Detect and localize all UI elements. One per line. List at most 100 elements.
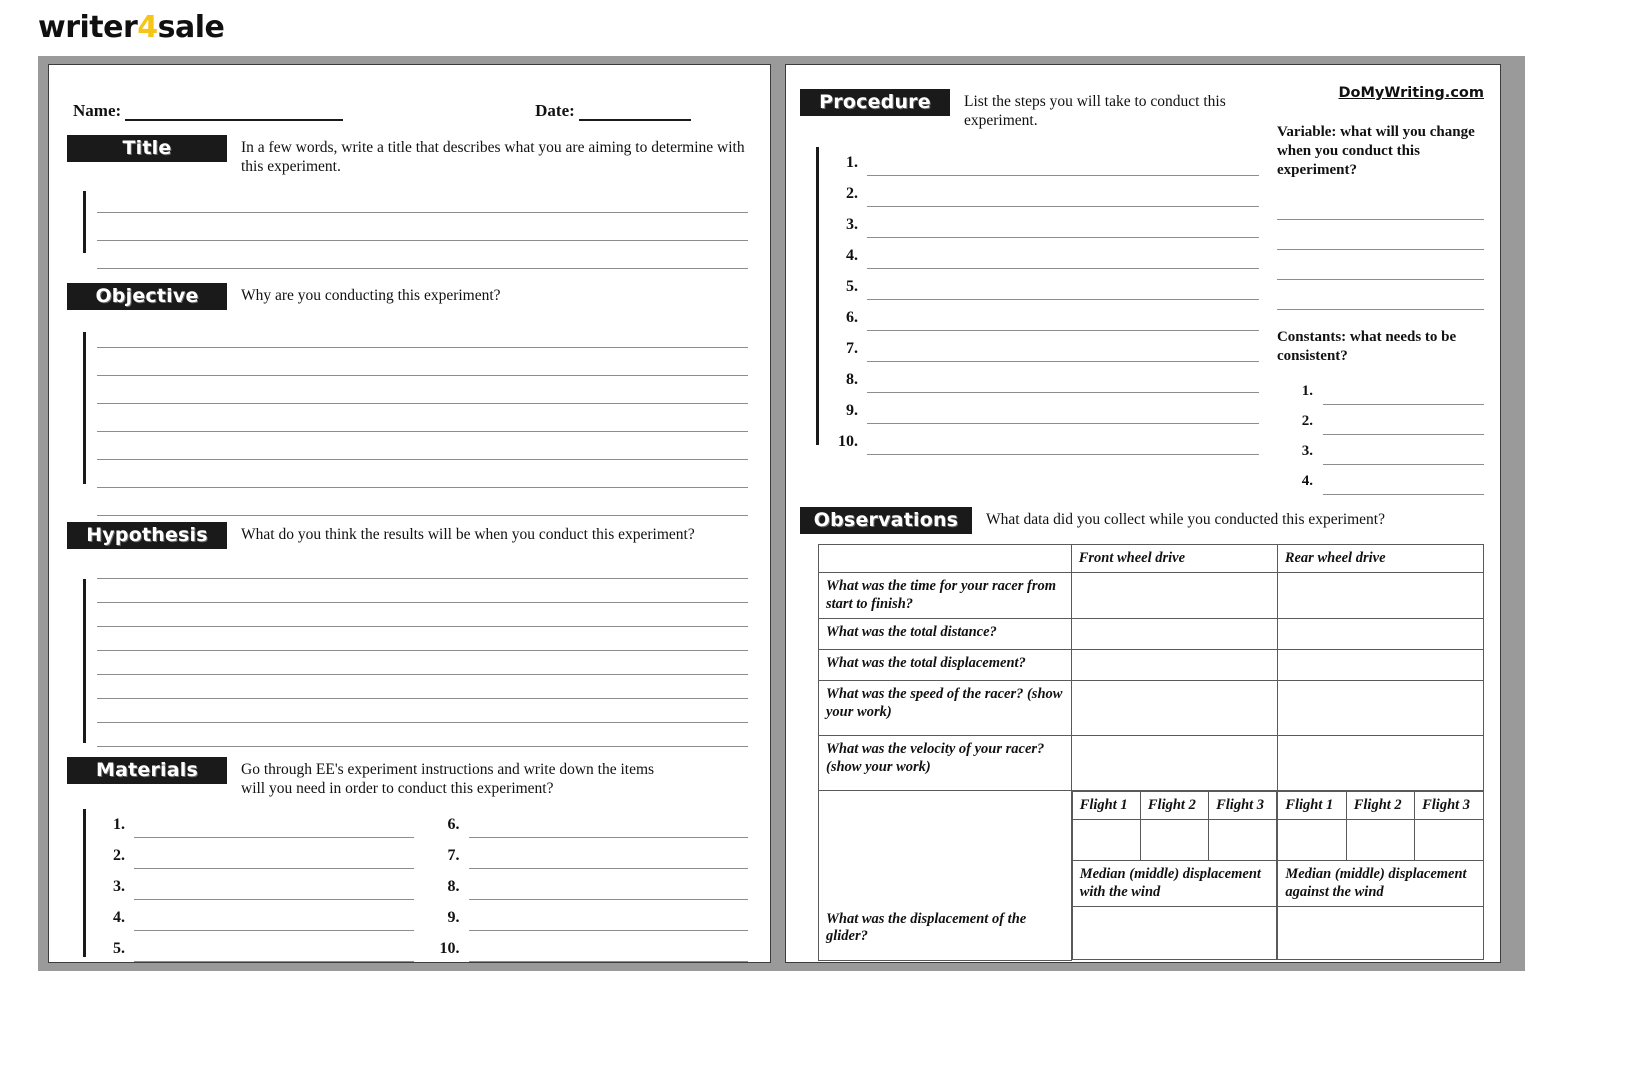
list-item[interactable]: 8. [432,869,748,900]
write-line[interactable] [1276,250,1484,280]
answer-cell-front[interactable] [1070,735,1278,792]
write-line[interactable] [97,627,748,651]
block-spine [83,190,86,253]
table-row: What was the total displacement? [818,649,1485,682]
item-line[interactable] [134,846,414,869]
flight-answer-cell[interactable] [1208,819,1278,862]
list-item[interactable]: 6. [432,807,748,838]
list-item[interactable]: 9. [432,900,748,931]
item-line[interactable] [1322,443,1484,466]
write-line[interactable] [1276,220,1484,250]
list-item[interactable]: 1. [830,145,1259,176]
row-label-total-displacement: What was the total displacement? [818,649,1072,682]
item-line[interactable] [867,153,1259,176]
item-line[interactable] [468,877,748,900]
list-item[interactable]: 9. [830,393,1259,424]
item-line[interactable] [1322,413,1484,436]
item-line[interactable] [134,815,414,838]
list-item[interactable]: 3. [1291,435,1484,466]
list-item[interactable]: 10. [432,931,748,962]
domywriting-link[interactable]: DoMyWriting.com [1277,85,1484,101]
list-item[interactable]: 10. [830,424,1259,455]
list-item[interactable]: 3. [830,207,1259,238]
item-line[interactable] [867,370,1259,393]
write-line[interactable] [97,603,748,627]
answer-cell-front[interactable] [1070,649,1278,682]
item-number: 10. [439,939,460,957]
write-line[interactable] [97,675,748,699]
list-item[interactable]: 4. [830,238,1259,269]
list-item[interactable]: 7. [830,331,1259,362]
write-line[interactable] [97,320,748,348]
section-header-procedure: Procedure List the steps you will take t… [800,89,1259,131]
write-line[interactable] [1276,280,1484,310]
name-input-line[interactable] [125,104,344,121]
item-line[interactable] [468,815,748,838]
list-item[interactable]: 2. [1291,405,1484,436]
write-line[interactable] [97,213,748,241]
logo-prefix: writer [38,10,138,45]
logo-suffix: sale [157,10,225,45]
flight-answer-cell[interactable] [1277,819,1347,862]
item-line[interactable] [468,939,748,962]
list-item[interactable]: 1. [1291,375,1484,406]
median-rear-answer-cell[interactable] [1277,906,1484,961]
write-line[interactable] [97,241,748,269]
write-line[interactable] [97,651,748,675]
list-item[interactable]: 5. [830,269,1259,300]
list-item[interactable]: 7. [432,838,748,869]
write-line[interactable] [97,555,748,579]
item-line[interactable] [867,339,1259,362]
item-line[interactable] [867,432,1259,455]
list-item[interactable]: 2. [830,176,1259,207]
item-line[interactable] [468,846,748,869]
answer-cell-rear[interactable] [1276,572,1485,620]
write-line[interactable] [97,460,748,488]
item-line[interactable] [134,939,414,962]
item-line[interactable] [134,877,414,900]
write-line[interactable] [97,723,748,747]
section-bar-procedure: Procedure [800,89,950,116]
write-line[interactable] [97,488,748,516]
list-item[interactable]: 8. [830,362,1259,393]
date-input-line[interactable] [578,104,691,121]
item-line[interactable] [867,215,1259,238]
item-line[interactable] [867,277,1259,300]
item-line[interactable] [867,184,1259,207]
flight-answer-cell[interactable] [1071,819,1141,862]
write-line[interactable] [97,579,748,603]
list-item[interactable]: 1. [97,807,414,838]
write-line[interactable] [97,348,748,376]
median-front-answer-cell[interactable] [1071,906,1278,961]
list-item[interactable]: 6. [830,300,1259,331]
item-line[interactable] [134,908,414,931]
item-line[interactable] [1322,473,1484,496]
list-item[interactable]: 4. [97,900,414,931]
write-line[interactable] [97,699,748,723]
answer-cell-rear[interactable] [1276,649,1485,682]
write-line[interactable] [97,404,748,432]
answer-cell-rear[interactable] [1276,680,1485,737]
write-line[interactable] [1276,190,1484,220]
variable-lines [1276,190,1484,310]
item-line[interactable] [468,908,748,931]
answer-cell-rear[interactable] [1276,618,1485,651]
write-line[interactable] [97,376,748,404]
flight-answer-cell[interactable] [1139,819,1210,862]
list-item[interactable]: 5. [97,931,414,962]
answer-cell-front[interactable] [1070,618,1278,651]
item-line[interactable] [867,308,1259,331]
item-line[interactable] [1322,383,1484,406]
write-line[interactable] [97,432,748,460]
item-line[interactable] [867,401,1259,424]
answer-cell-front[interactable] [1070,572,1278,620]
list-item[interactable]: 2. [97,838,414,869]
write-line[interactable] [97,185,748,213]
list-item[interactable]: 4. [1291,465,1484,496]
flight-answer-cell[interactable] [1345,819,1416,862]
answer-cell-front[interactable] [1070,680,1278,737]
flight-answer-cell[interactable] [1414,819,1484,862]
list-item[interactable]: 3. [97,869,414,900]
answer-cell-rear[interactable] [1276,735,1485,792]
item-line[interactable] [867,246,1259,269]
